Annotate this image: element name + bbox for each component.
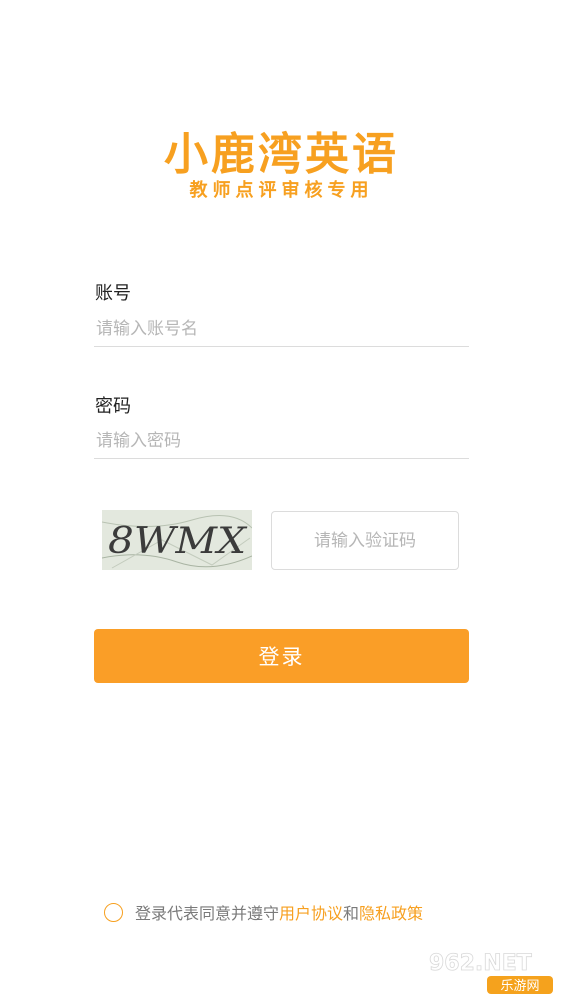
app-logo-title: 小鹿湾英语 — [164, 129, 399, 180]
watermark-label: 乐游网 — [500, 979, 539, 994]
agree-radio[interactable] — [104, 902, 123, 922]
captcha-text: 8WMX — [108, 521, 248, 562]
privacy-policy-link[interactable]: 隐私政策 — [359, 900, 423, 924]
watermark-logo: 962.NET 乐游网 — [427, 946, 557, 996]
captcha-input[interactable] — [271, 511, 459, 570]
watermark-brand: 962.NET — [429, 951, 532, 976]
agreement-and: 和 — [343, 904, 360, 923]
login-button[interactable]: 登录 — [94, 629, 469, 683]
password-input[interactable] — [94, 423, 469, 459]
agreement-row: 登录代表同意并遵守 用户协议 和 隐私政策 — [104, 901, 423, 923]
account-label: 账号 — [95, 283, 131, 304]
password-label: 密码 — [95, 396, 131, 417]
captcha-image[interactable]: 8WMX — [102, 510, 252, 570]
app-logo-subtitle: 教师点评审核专用 — [189, 180, 374, 201]
agreement-prefix: 登录代表同意并遵守 — [135, 904, 280, 923]
account-input[interactable] — [94, 311, 469, 347]
captcha-graphic: 8WMX — [102, 510, 252, 570]
user-agreement-link[interactable]: 用户协议 — [279, 900, 343, 924]
